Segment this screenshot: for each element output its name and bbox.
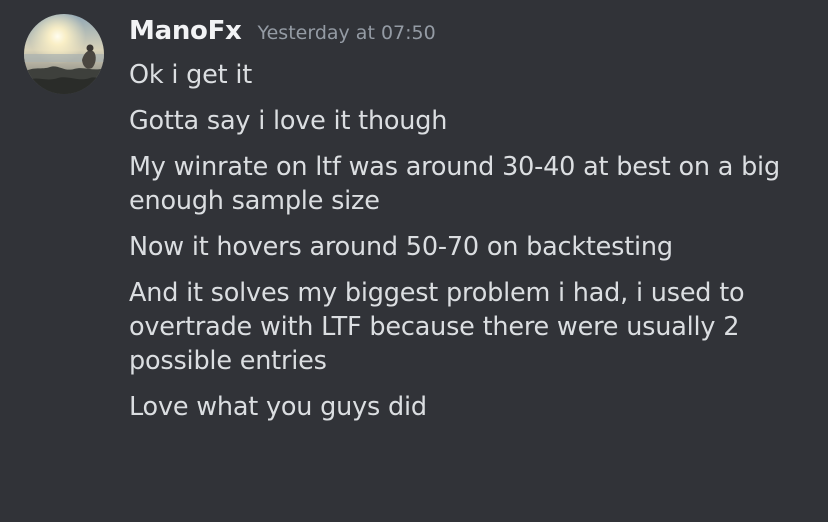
message-text: My winrate on ltf was around 30-40 at be…	[129, 152, 780, 216]
username[interactable]: ManoFx	[129, 16, 242, 46]
message-list: Ok i get it Gotta say i love it though M…	[129, 58, 809, 436]
message-text: And it solves my biggest problem i had, …	[129, 278, 745, 376]
avatar-image	[24, 14, 104, 94]
message-header: ManoFx Yesterday at 07:50	[129, 16, 436, 54]
chat-message-group: ManoFx Yesterday at 07:50 Ok i get it Go…	[0, 0, 828, 522]
message-text: Love what you guys did	[129, 392, 427, 422]
timestamp[interactable]: Yesterday at 07:50	[258, 22, 436, 44]
avatar[interactable]	[24, 14, 104, 94]
message-text: Now it hovers around 50-70 on backtestin…	[129, 232, 673, 262]
message-text: Ok i get it	[129, 60, 252, 90]
message-text: Gotta say i love it though	[129, 106, 448, 136]
